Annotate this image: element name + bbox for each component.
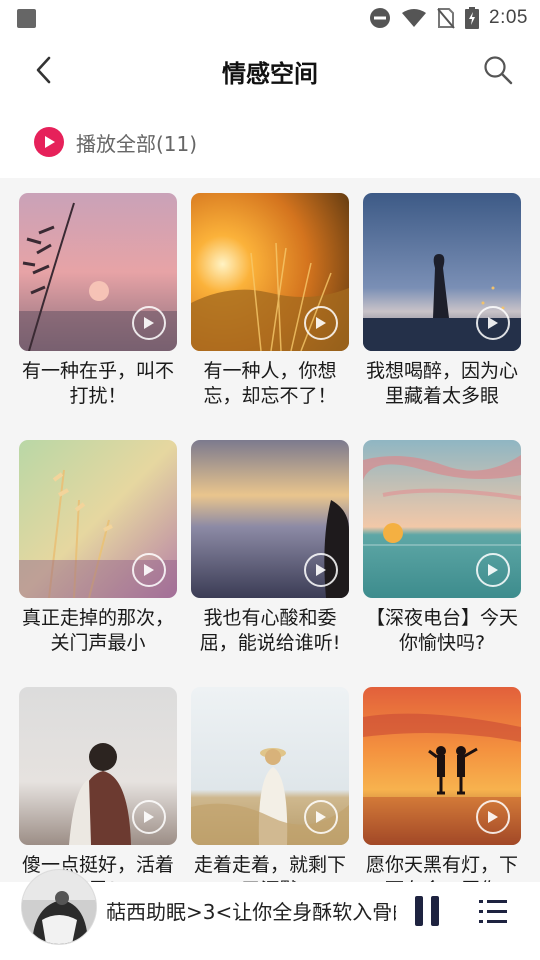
album-title: 【深夜电台】今天你愉快吗? [365,607,518,654]
album-card[interactable]: 我想喝醉，因为心里藏着太多眼 [363,193,521,409]
battery-charging-icon [465,7,480,29]
album-cover [191,193,349,351]
album-cover [19,687,177,845]
album-card[interactable]: 有一种在乎，叫不打扰！ [19,193,177,409]
album-card[interactable]: 愿你天黑有灯，下雨有伞，愿你 [363,687,521,882]
album-card[interactable]: 傻一点挺好，活着不累！ [19,687,177,882]
album-cover [363,687,521,845]
album-title: 我也有心酸和委屈，能说给谁听! [199,607,341,654]
album-card[interactable]: 我也有心酸和委屈，能说给谁听! [191,440,349,656]
search-icon [484,56,513,85]
album-title: 走着走着，就剩下了沉默 [193,854,346,882]
album-title: 真正走掉的那次，关门声最小 [21,607,174,654]
notification-icon [17,9,36,28]
header: 情感空间 [0,36,540,104]
pause-icon [431,896,439,926]
play-icon[interactable] [132,800,166,834]
now-playing-title[interactable]: 萜西助眠>3<让你全身酥软入骨的 [106,896,396,928]
album-card[interactable]: 走着走着，就剩下了沉默 [191,687,349,882]
do-not-disturb-icon [370,8,391,28]
album-cover [19,193,177,351]
pause-icon [415,896,423,926]
play-icon[interactable] [476,553,510,587]
album-grid: 有一种在乎，叫不打扰！ 有一种人，你想忘，却忘不了！ 我想喝醉，因为心里藏着太多… [0,178,540,882]
play-all-label: 播放全部(11) [76,131,198,156]
album-cover [19,440,177,598]
album-cover [191,687,349,845]
album-cover [363,193,521,351]
status-bar: 2:05 [0,0,540,36]
album-card[interactable]: 有一种人，你想忘，却忘不了！ [191,193,349,409]
play-icon[interactable] [476,306,510,340]
page-title: 情感空间 [222,60,318,88]
play-icon[interactable] [476,800,510,834]
play-icon[interactable] [304,553,338,587]
play-icon[interactable] [132,553,166,587]
album-cover [191,440,349,598]
playlist-button[interactable] [476,896,512,928]
play-all-button[interactable]: 播放全部(11) [34,122,197,162]
album-card[interactable]: 真正走掉的那次，关门声最小 [19,440,177,656]
album-cover [363,440,521,598]
album-title: 有一种人，你想忘，却忘不了！ [203,360,337,407]
pause-button[interactable] [412,896,442,930]
play-icon[interactable] [304,800,338,834]
album-card[interactable]: 【深夜电台】今天你愉快吗? [363,440,521,656]
play-icon[interactable] [132,306,166,340]
playlist-icon [479,900,507,923]
album-title: 我想喝醉，因为心里藏着太多眼 [365,360,518,407]
search-button[interactable] [480,50,516,90]
status-time: 2:05 [489,7,528,28]
album-title: 愿你天黑有灯，下雨有伞，愿你 [365,854,518,882]
now-playing-cover[interactable] [22,870,96,944]
album-title: 有一种在乎，叫不打扰！ [21,360,174,407]
no-sim-icon [437,8,455,29]
play-icon[interactable] [304,306,338,340]
play-circle-icon [34,127,64,157]
wifi-icon [402,9,427,27]
mini-player[interactable]: 萜西助眠>3<让你全身酥软入骨的 [0,870,540,960]
